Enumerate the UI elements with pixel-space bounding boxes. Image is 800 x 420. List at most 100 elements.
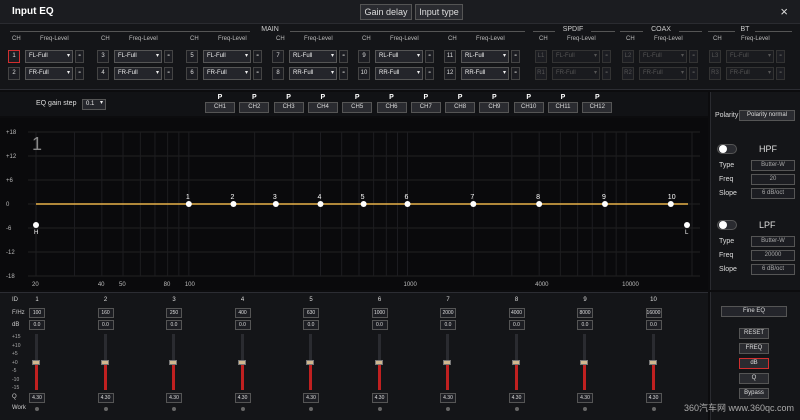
channel-source-select[interactable]: FL-Full xyxy=(203,50,251,63)
band-db-input[interactable]: 0.0 xyxy=(97,320,114,330)
band-work-indicator[interactable] xyxy=(103,407,108,411)
band-work-indicator[interactable] xyxy=(172,407,176,411)
band-gain-slider-thumb[interactable] xyxy=(580,360,588,365)
band-work-indicator[interactable] xyxy=(377,407,382,411)
channel-link-icon[interactable]: ⚭ xyxy=(253,67,262,80)
band-gain-slider-thumb[interactable] xyxy=(374,360,383,365)
channel-number[interactable]: 4 xyxy=(97,67,109,80)
band-db-input[interactable]: 0.0 xyxy=(508,320,525,330)
band-work-indicator[interactable] xyxy=(309,407,313,411)
polarity-channel-button[interactable]: CH11 xyxy=(548,102,578,113)
input-type-button[interactable]: Input type xyxy=(415,4,463,20)
band-q-input[interactable]: 4.30 xyxy=(371,393,388,403)
band-db-input[interactable]: 0.0 xyxy=(577,320,593,330)
band-q-input[interactable]: 4.30 xyxy=(97,393,114,403)
channel-source-select[interactable]: RL-Full xyxy=(289,50,337,63)
channel-link-icon[interactable]: ⚭ xyxy=(425,50,434,63)
channel-link-icon[interactable]: ⚭ xyxy=(253,50,262,63)
gain-delay-button[interactable]: Gain delay xyxy=(360,4,412,20)
bypass-button[interactable]: Bypass xyxy=(739,388,769,399)
channel-source-select[interactable]: RL-Full xyxy=(375,50,423,63)
band-freq-input[interactable]: 160 xyxy=(97,308,114,318)
band-gain-slider-thumb[interactable] xyxy=(32,360,40,365)
channel-source-select[interactable]: RL-Full xyxy=(461,50,509,63)
band-work-indicator[interactable] xyxy=(583,407,587,411)
hpf-freq-input[interactable]: 20 xyxy=(751,174,795,185)
band-q-input[interactable]: 4.30 xyxy=(166,393,182,403)
band-freq-input[interactable]: 2000 xyxy=(440,308,456,318)
band-freq-input[interactable]: 630 xyxy=(303,308,319,318)
channel-number[interactable]: 9 xyxy=(358,50,370,63)
channel-link-icon[interactable]: ⚭ xyxy=(164,67,173,80)
channel-number[interactable]: 7 xyxy=(272,50,284,63)
channel-number[interactable]: 2 xyxy=(8,67,20,80)
band-freq-input[interactable]: 250 xyxy=(166,308,182,318)
polarity-channel-button[interactable]: CH2 xyxy=(239,102,270,113)
band-work-indicator[interactable] xyxy=(240,407,245,411)
channel-link-icon[interactable]: ⚭ xyxy=(164,50,173,63)
band-gain-slider-thumb[interactable] xyxy=(306,360,314,365)
polarity-channel-button[interactable]: CH4 xyxy=(307,102,338,113)
band-q-input[interactable]: 4.30 xyxy=(645,393,662,403)
band-work-indicator[interactable] xyxy=(514,407,519,411)
channel-link-icon[interactable]: ⚭ xyxy=(339,50,348,63)
band-q-input[interactable]: 4.30 xyxy=(234,393,251,403)
band-work-indicator[interactable] xyxy=(35,407,39,411)
band-freq-input[interactable]: 400 xyxy=(234,308,251,318)
channel-link-icon[interactable]: ⚭ xyxy=(511,67,520,80)
polarity-select[interactable]: Polarity normal xyxy=(739,110,795,121)
eq-gain-step-select[interactable]: 0.1 xyxy=(82,99,106,110)
band-gain-slider-thumb[interactable] xyxy=(511,360,520,365)
channel-source-select[interactable]: FR-Full xyxy=(114,67,162,80)
channel-source-select[interactable]: RR-Full xyxy=(461,67,509,80)
band-db-input[interactable]: 0.0 xyxy=(29,320,45,330)
channel-link-icon[interactable]: ⚭ xyxy=(339,67,348,80)
band-work-indicator[interactable] xyxy=(446,407,450,411)
band-q-input[interactable]: 4.30 xyxy=(508,393,525,403)
channel-source-select[interactable]: FL-Full xyxy=(25,50,73,63)
polarity-channel-button[interactable]: CH10 xyxy=(513,102,544,113)
polarity-channel-button[interactable]: CH9 xyxy=(479,102,510,113)
band-gain-slider-thumb[interactable] xyxy=(237,360,246,365)
band-gain-slider-thumb[interactable] xyxy=(100,360,109,365)
channel-source-select[interactable]: FR-Full xyxy=(25,67,73,80)
close-icon[interactable]: × xyxy=(780,4,788,19)
hpf-type-select[interactable]: Butter-W xyxy=(751,160,795,171)
channel-source-select[interactable]: FL-Full xyxy=(114,50,162,63)
polarity-channel-button[interactable]: CH3 xyxy=(273,102,304,113)
channel-number[interactable]: 11 xyxy=(444,50,456,63)
reset-button[interactable]: RESET xyxy=(739,328,769,339)
lpf-toggle[interactable] xyxy=(717,220,737,230)
channel-link-icon[interactable]: ⚭ xyxy=(511,50,520,63)
channel-source-select[interactable]: RR-Full xyxy=(289,67,337,80)
channel-number[interactable]: 1 xyxy=(8,50,20,63)
hpf-toggle[interactable] xyxy=(717,144,737,154)
channel-number[interactable]: 6 xyxy=(186,67,198,80)
polarity-channel-button[interactable]: CH5 xyxy=(342,102,373,113)
channel-number[interactable]: 3 xyxy=(97,50,109,63)
band-db-input[interactable]: 0.0 xyxy=(371,320,388,330)
polarity-channel-button[interactable]: CH12 xyxy=(582,102,613,113)
q-button[interactable]: Q xyxy=(739,373,769,384)
lpf-freq-input[interactable]: 20000 xyxy=(751,250,795,261)
band-freq-input[interactable]: 1000 xyxy=(371,308,388,318)
band-q-input[interactable]: 4.30 xyxy=(29,393,45,403)
channel-number[interactable]: 8 xyxy=(272,67,284,80)
polarity-channel-button[interactable]: CH6 xyxy=(376,102,407,113)
band-freq-input[interactable]: 4000 xyxy=(508,308,525,318)
band-gain-slider-thumb[interactable] xyxy=(648,360,657,365)
lpf-slope-select[interactable]: 6 dB/oct xyxy=(751,264,795,275)
hpf-slope-select[interactable]: 6 dB/oct xyxy=(751,188,795,199)
channel-number[interactable]: 10 xyxy=(358,67,370,80)
channel-link-icon[interactable]: ⚭ xyxy=(425,67,434,80)
channel-source-select[interactable]: FR-Full xyxy=(203,67,251,80)
band-work-indicator[interactable] xyxy=(651,407,656,411)
eq-curve-chart[interactable]: +18 +12 +6 0 -6 -12 -18 20 40 50 80 100 1000 4000 1000… xyxy=(0,118,708,290)
freq-button[interactable]: FREQ xyxy=(739,343,769,354)
channel-link-icon[interactable]: ⚭ xyxy=(75,50,84,63)
band-q-input[interactable]: 4.30 xyxy=(303,393,319,403)
band-db-input[interactable]: 0.0 xyxy=(166,320,182,330)
db-button[interactable]: dB xyxy=(739,358,769,369)
channel-number[interactable]: 5 xyxy=(186,50,198,63)
eq-graph[interactable]: +18 +12 +6 0 -6 -12 -18 20 40 50 80 100 1000 4000 1000… xyxy=(0,118,708,290)
